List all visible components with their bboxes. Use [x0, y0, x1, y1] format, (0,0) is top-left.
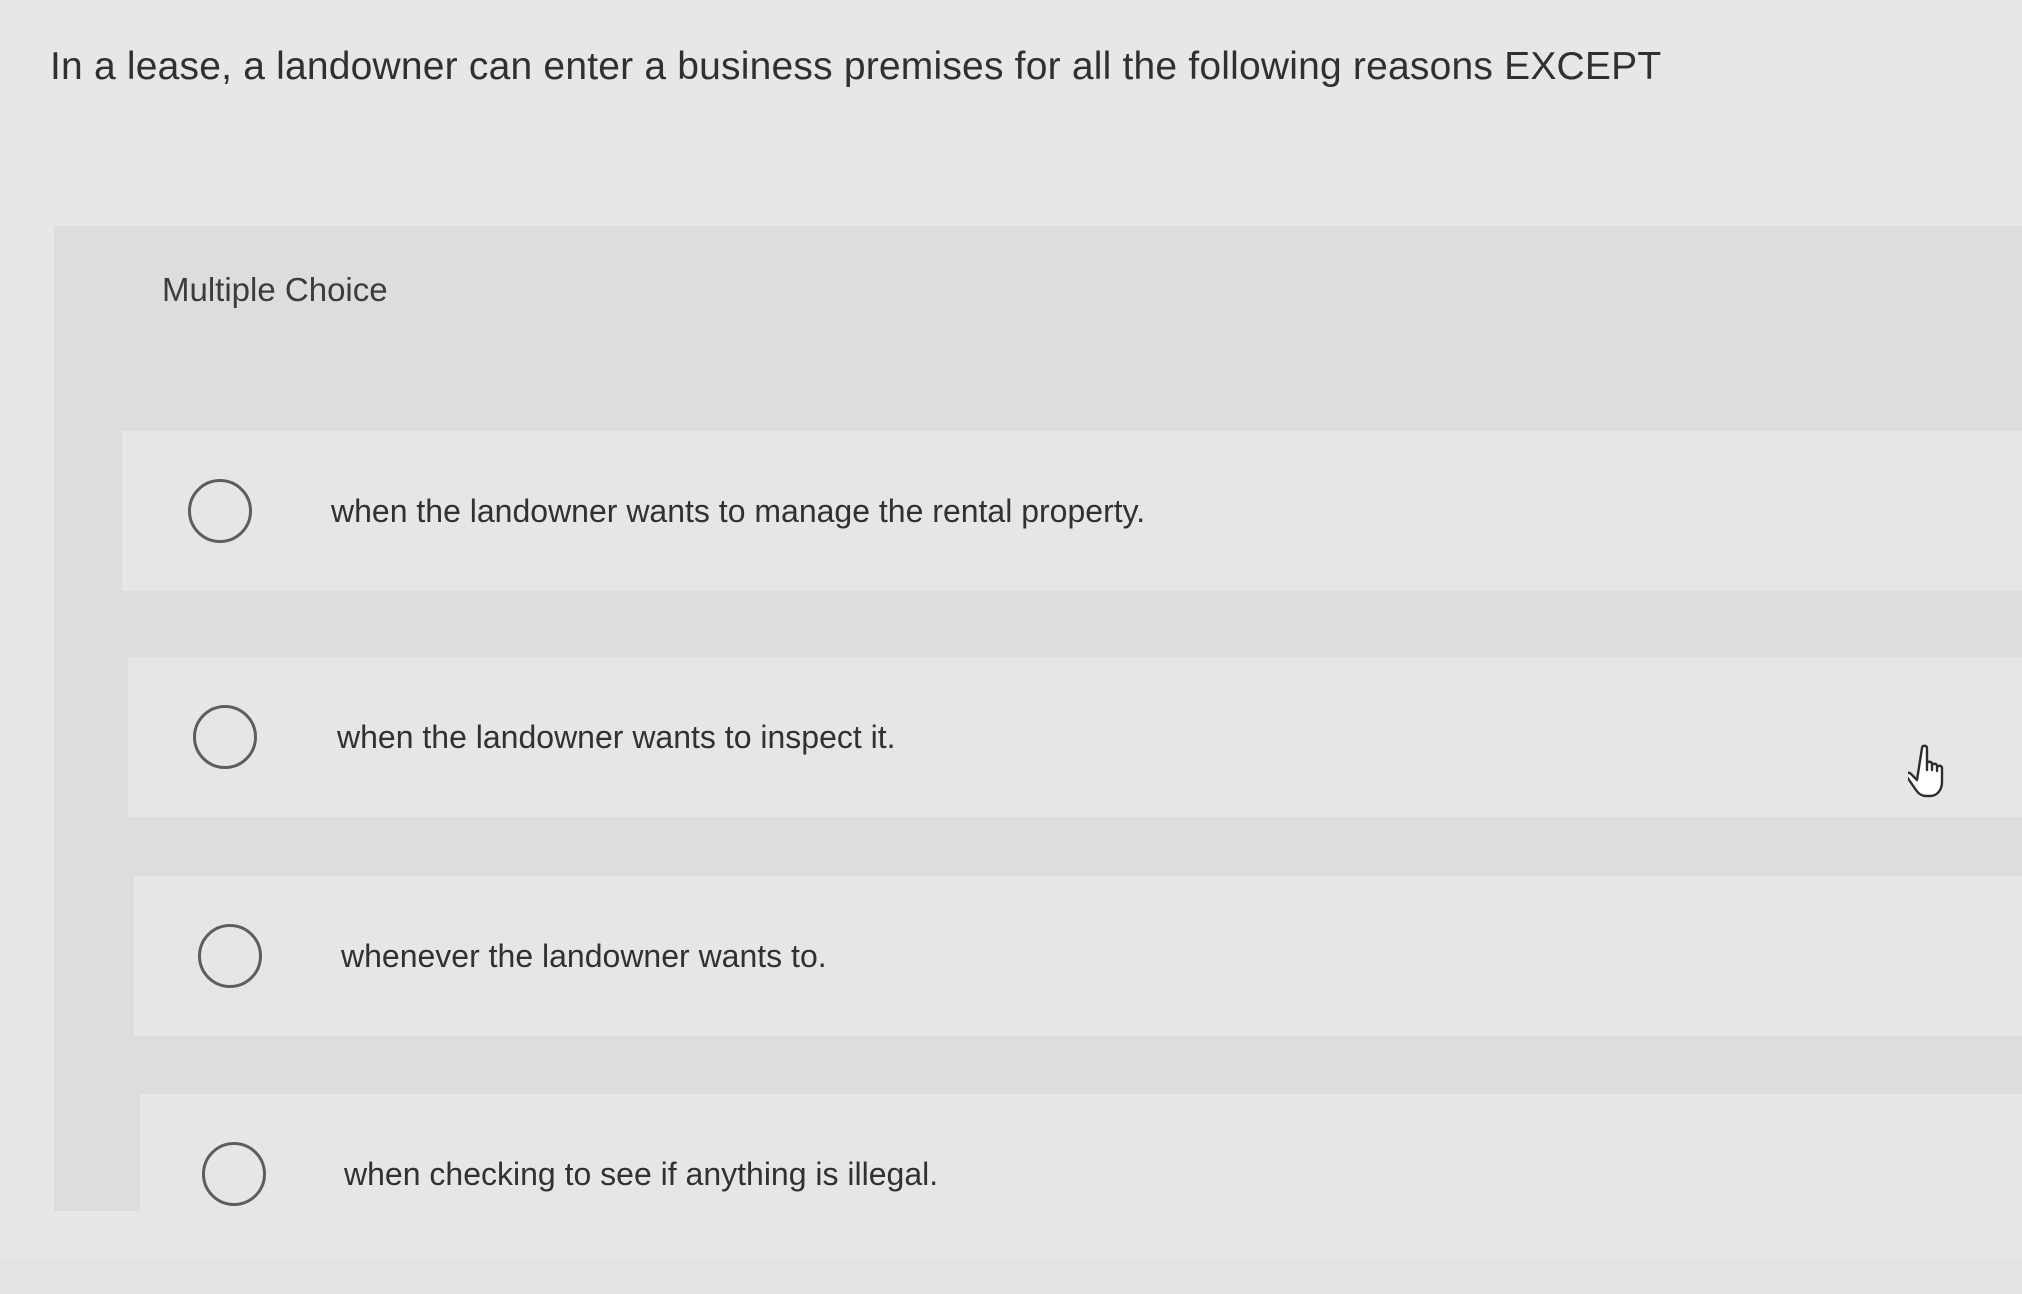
answer-option-text: when the landowner wants to manage the r…	[331, 493, 1146, 529]
answer-option-3[interactable]: whenever the landowner wants to.	[134, 876, 2022, 1036]
hand-pointer-icon	[1908, 744, 1944, 798]
radio-button-icon[interactable]	[193, 705, 257, 769]
answer-option-text: whenever the landowner wants to.	[341, 938, 827, 974]
multiple-choice-panel: Multiple Choice when the landowner wants…	[54, 226, 2022, 1254]
answer-option-text: when the landowner wants to inspect it.	[337, 719, 896, 755]
answer-option-text: when checking to see if anything is ille…	[344, 1156, 939, 1192]
radio-button-icon[interactable]	[202, 1142, 266, 1206]
radio-button-icon[interactable]	[198, 924, 262, 988]
page-bottom-strip	[0, 1258, 2022, 1294]
answer-option-2[interactable]: when the landowner wants to inspect it.	[128, 657, 2022, 817]
answer-option-4[interactable]: when checking to see if anything is ille…	[140, 1094, 2022, 1254]
multiple-choice-label: Multiple Choice	[162, 271, 388, 308]
question-text: In a lease, a landowner can enter a busi…	[50, 45, 1662, 88]
radio-button-icon[interactable]	[188, 479, 252, 543]
answer-option-1[interactable]: when the landowner wants to manage the r…	[122, 431, 2022, 591]
